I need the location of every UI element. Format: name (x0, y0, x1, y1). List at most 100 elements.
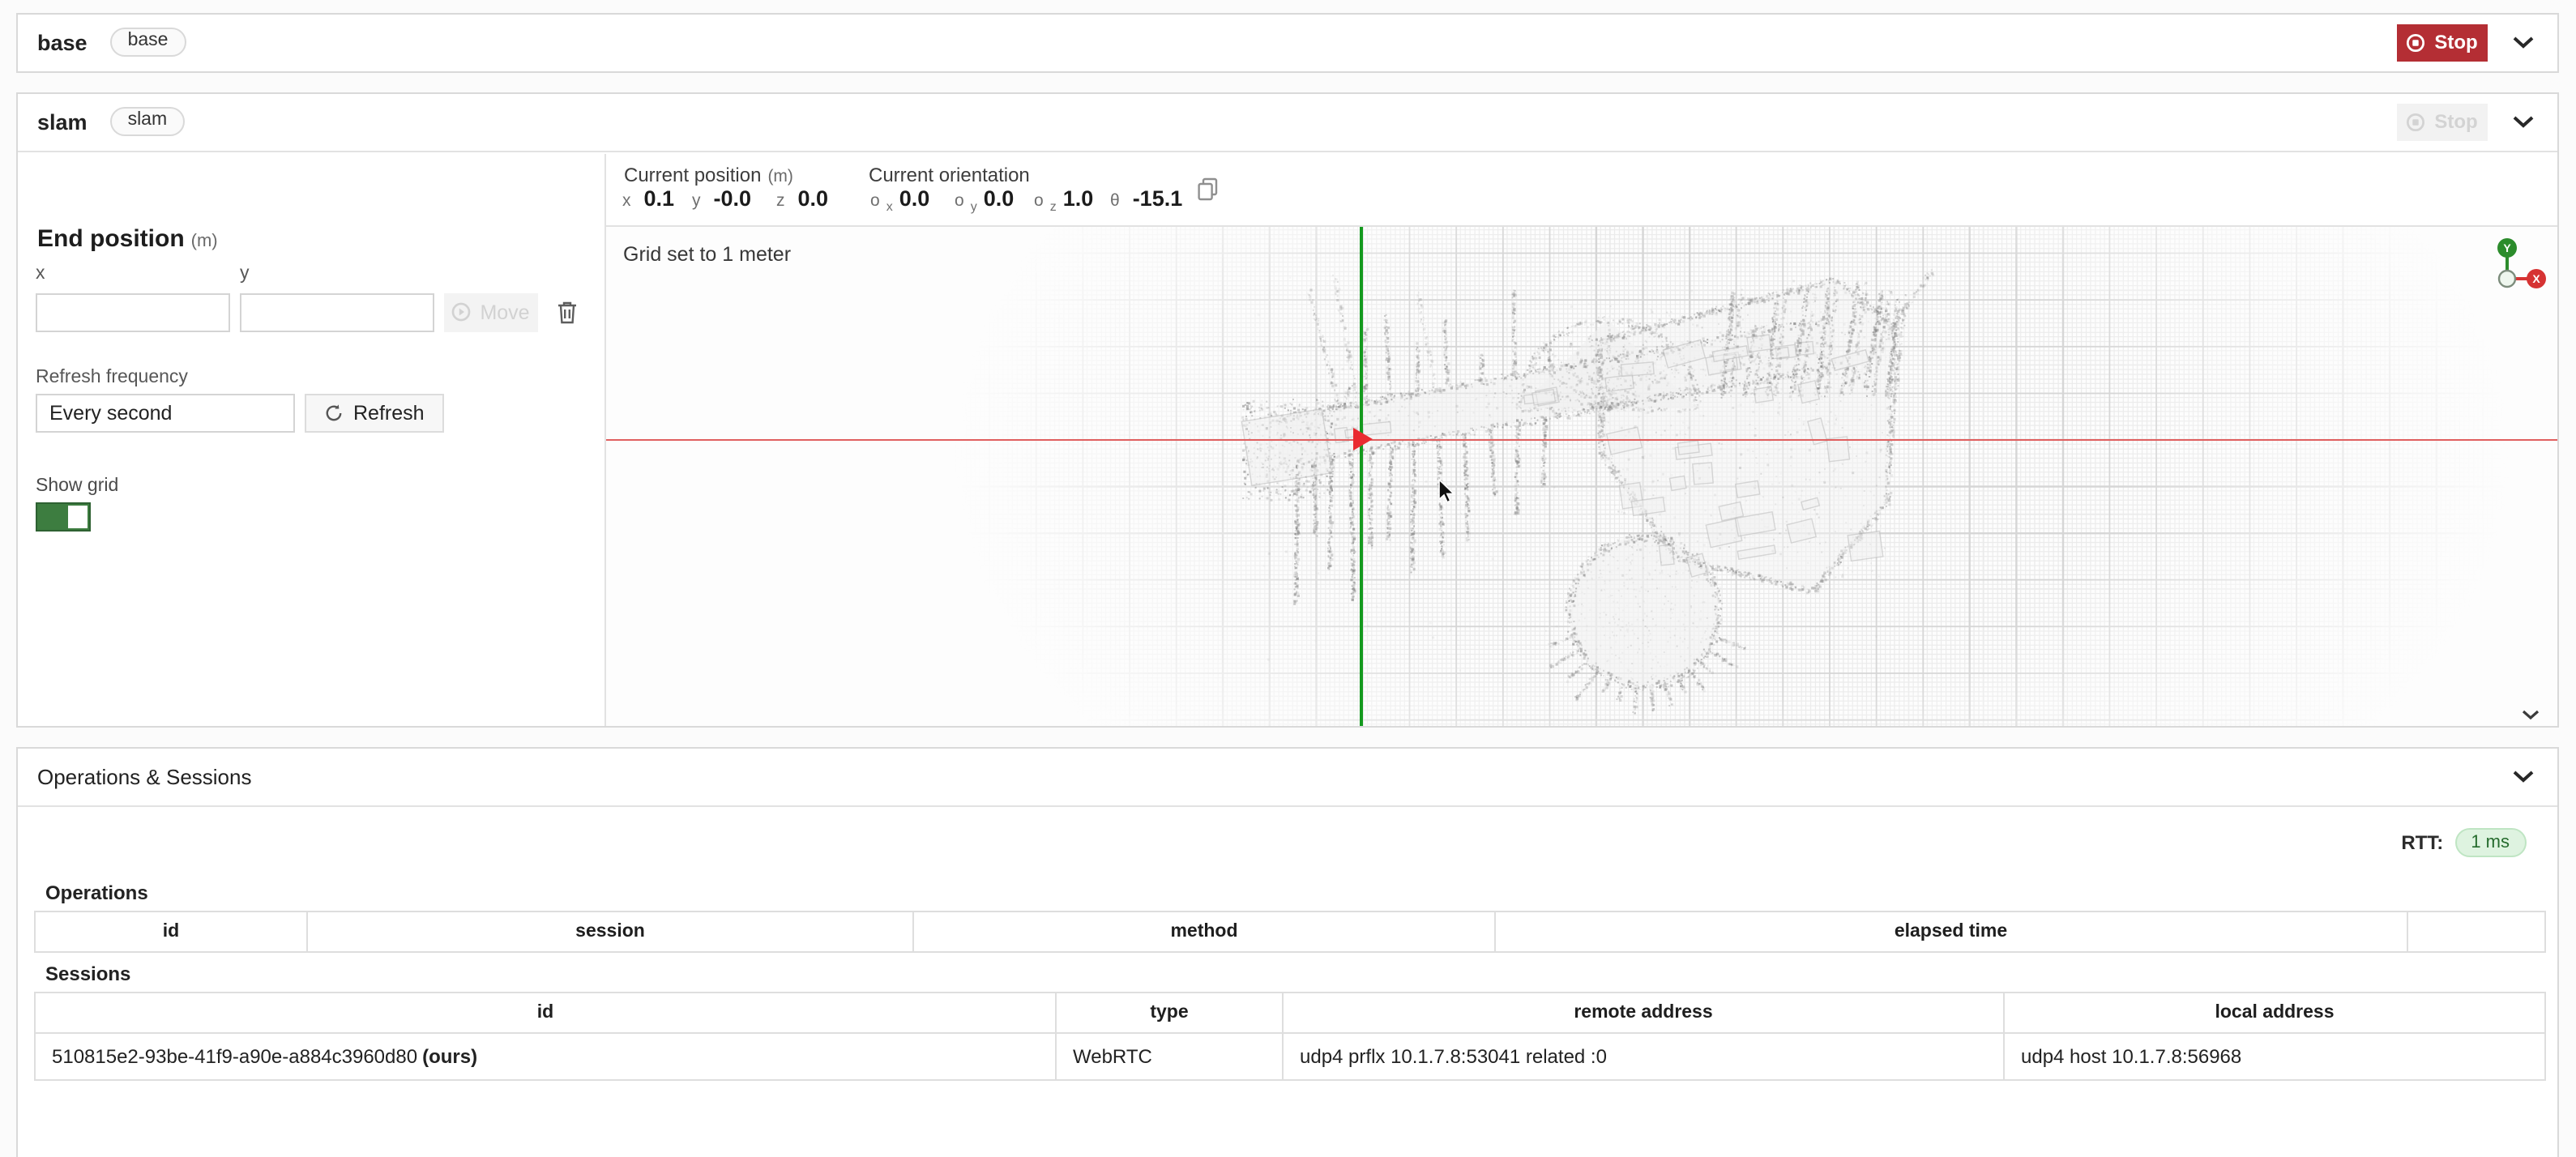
sessions-col-local-address: local address (2005, 993, 2544, 1032)
end-position-label: End position (37, 224, 185, 252)
orientation-theta-pair: θ -15.1 (1110, 186, 1182, 214)
slam-title: slam (37, 109, 88, 134)
slam-type-chip: slam (110, 107, 186, 137)
map-y-axis-line (1360, 227, 1364, 726)
sessions-header-row: id type remote address local address (36, 993, 2544, 1032)
y-input[interactable] (239, 292, 434, 331)
base-component-card: base base Stop (16, 12, 2558, 72)
operations-sessions-card: Operations & Sessions RTT: 1 ms Operatio… (16, 747, 2558, 1157)
pair-label: o (870, 190, 880, 210)
pair-value: 0.0 (798, 186, 829, 210)
current-position-unit: (m) (767, 166, 793, 186)
slam-service-card: slam slam Stop End position (m) (16, 92, 2558, 728)
pair-label: o (955, 190, 964, 210)
show-grid-label: Show grid (36, 476, 118, 495)
end-position-heading: End position (m) (37, 224, 218, 252)
operations-col-method: method (914, 912, 1496, 951)
operations-table: id session method elapsed time (34, 911, 2546, 953)
rtt-label: RTT: (2401, 831, 2443, 854)
pair-value: -0.0 (714, 186, 752, 210)
operations-col-elapsed-time: elapsed time (1496, 912, 2407, 951)
refresh-label: Refresh (353, 401, 425, 424)
base-stop-button[interactable]: Stop (2396, 23, 2487, 61)
sessions-table: id type remote address local address 510… (34, 992, 2546, 1081)
current-orientation-heading: Current orientation (869, 163, 1030, 186)
current-pose-strip: Current position(m) Current orientation … (605, 153, 2557, 227)
ops-title: Operations & Sessions (37, 765, 251, 789)
pair-label: θ (1110, 190, 1120, 210)
map-scroll-down-button[interactable] (2521, 710, 2539, 721)
gizmo-x-label: X (2531, 272, 2540, 285)
refresh-icon (324, 403, 344, 422)
x-input[interactable] (35, 292, 229, 331)
pair-label: y (692, 190, 701, 210)
refresh-frequency-value: Every second (49, 401, 172, 424)
gizmo-origin-node[interactable] (2498, 271, 2514, 287)
chevron-down-icon (2511, 770, 2534, 784)
rtt-row: RTT: 1 ms (2401, 828, 2526, 857)
session-id-cell: 510815e2-93be-41f9-a90e-a884c3960d80(our… (36, 1034, 1057, 1079)
operations-header-row: id session method elapsed time (36, 912, 2544, 951)
slam-control-panel: End position(m) x y Move Refresh (18, 153, 605, 726)
trash-icon (556, 299, 579, 325)
copy-pose-button[interactable] (1196, 176, 1219, 200)
refresh-button[interactable]: Refresh (305, 393, 444, 432)
chevron-down-icon (2521, 710, 2539, 721)
sessions-col-type: type (1057, 993, 1284, 1032)
base-card-header: base base Stop (18, 14, 2557, 70)
pair-sub: z (1050, 199, 1057, 214)
ops-collapse-button[interactable] (2508, 766, 2537, 788)
orientation-oy-pair: oy0.0 (955, 186, 1014, 214)
slam-collapse-button[interactable] (2508, 111, 2537, 132)
pair-sub: x (886, 199, 893, 214)
pair-value: 0.0 (899, 186, 930, 210)
sessions-col-remote-address: remote address (1284, 993, 2005, 1032)
slam-card-body: End position (m) x y Move Refresh (18, 153, 2557, 726)
session-row: 510815e2-93be-41f9-a90e-a884c3960d80(our… (36, 1032, 2544, 1079)
sessions-col-id: id (36, 993, 1057, 1032)
base-title: base (37, 30, 88, 54)
rtt-badge: 1 ms (2454, 828, 2526, 857)
slam-pointcloud (605, 227, 2557, 726)
orientation-ox-pair: ox 0.0 (870, 186, 929, 214)
pair-value: 1.0 (1063, 186, 1094, 210)
stop-icon (2405, 32, 2426, 53)
play-circle-icon (451, 301, 472, 322)
app-root: base base Stop slam slam (0, 0, 2576, 1157)
pair-label: x (622, 190, 631, 210)
grid-scale-note: Grid set to 1 meter (623, 243, 791, 266)
session-remote-address-cell: udp4 prflx 10.1.7.8:53041 related :0 (1284, 1034, 2005, 1079)
gizmo-y-label: Y (2502, 241, 2510, 254)
slam-map-viewport[interactable]: Grid set to 1 meter Y X (605, 227, 2557, 726)
pair-label: o (1034, 190, 1044, 210)
slam-stop-button[interactable]: Stop (2396, 103, 2487, 140)
axes-gizmo[interactable]: Y X (2487, 235, 2545, 293)
refresh-frequency-label: Refresh frequency (36, 367, 188, 386)
pair-label: z (776, 190, 785, 210)
base-collapse-button[interactable] (2508, 32, 2537, 53)
end-position-unit: (m) (191, 231, 218, 250)
session-id: 510815e2-93be-41f9-a90e-a884c3960d80 (52, 1045, 417, 1068)
show-grid-toggle[interactable] (35, 502, 90, 531)
operations-col-id: id (36, 912, 308, 951)
ops-card-header: Operations & Sessions (18, 749, 2557, 807)
orientation-oz-pair: oz 1.0 (1034, 186, 1093, 214)
move-label: Move (480, 301, 529, 323)
stop-icon (2405, 111, 2426, 132)
session-type-cell: WebRTC (1057, 1034, 1284, 1079)
delete-end-position-button[interactable] (556, 299, 579, 325)
base-type-chip: base (110, 28, 186, 58)
y-field-label: y (240, 263, 250, 283)
pair-value: 0.0 (984, 186, 1015, 210)
operations-col-session: session (308, 912, 914, 951)
slam-card-header: slam slam Stop (18, 93, 2557, 152)
copy-icon (1196, 176, 1219, 200)
move-button[interactable]: Move (443, 292, 537, 331)
chevron-down-icon (2511, 114, 2534, 129)
current-position-label: Current position (624, 163, 761, 186)
pair-value: -15.1 (1133, 186, 1183, 210)
chevron-down-icon (2511, 35, 2534, 49)
refresh-frequency-select[interactable]: Every second (35, 393, 294, 432)
session-id-suffix: (ours) (422, 1045, 477, 1068)
position-x-pair: x0.1 (622, 186, 674, 214)
